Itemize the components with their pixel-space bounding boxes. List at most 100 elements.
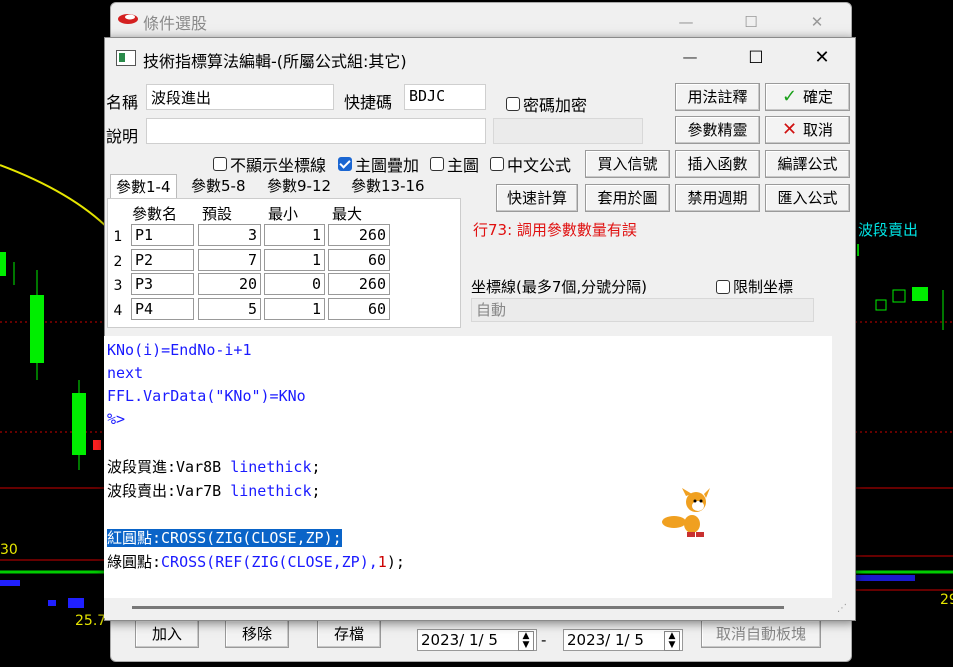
param-max-input[interactable]: 60 xyxy=(328,298,390,320)
param-wizard-button[interactable]: 參數精靈 xyxy=(675,116,760,144)
param-name-input[interactable]: P3 xyxy=(131,273,194,295)
import-formula-button[interactable]: 匯入公式 xyxy=(765,184,850,212)
add-button[interactable]: 加入 xyxy=(135,620,199,648)
code-line: 綠圓點:CROSS(REF(ZIG(CLOSE,ZP),1); xyxy=(107,551,405,573)
usage-notes-button[interactable]: 用法註釋 xyxy=(675,83,760,111)
col-header-max: 最大 xyxy=(332,205,363,223)
param-min-input[interactable]: 0 xyxy=(264,273,325,295)
param-default-input[interactable]: 20 xyxy=(198,273,261,295)
ok-button[interactable]: ✓ 確定 xyxy=(765,83,850,111)
code-line: 波段買進:Var8B linethick; xyxy=(107,456,321,478)
spin-icon[interactable]: ▲ ▼ xyxy=(518,631,534,651)
close-icon[interactable]: ✕ xyxy=(802,47,842,68)
date-from-value: 2023/ 1/ 5 xyxy=(421,631,498,649)
dialog-title: 技術指標算法編輯-(所屬公式組:其它) xyxy=(143,52,407,71)
param-max-input[interactable]: 60 xyxy=(328,249,390,271)
param-name-input[interactable]: P4 xyxy=(131,298,194,320)
cancel-button-label: 取消 xyxy=(803,121,834,139)
tab-params-9-12[interactable]: 參數9-12 xyxy=(262,174,336,198)
col-header-min: 最小 xyxy=(268,205,299,223)
shortcut-label: 快捷碼 xyxy=(344,93,393,112)
chinese-formula-label: 中文公式 xyxy=(507,156,572,175)
param-min-input[interactable]: 1 xyxy=(264,298,325,320)
code-line: 波段賣出:Var7B linethick; xyxy=(107,480,321,502)
param-name-input[interactable]: P2 xyxy=(131,249,194,271)
minimize-icon[interactable]: — xyxy=(666,13,706,31)
chinese-formula-checkbox[interactable]: 中文公式 xyxy=(490,152,571,176)
resize-grip-icon[interactable]: ⋰ xyxy=(837,603,847,614)
maximize-icon[interactable]: ☐ xyxy=(736,48,776,68)
overlay-main-label: 主圖疊加 xyxy=(355,156,420,175)
limit-axis-checkbox[interactable]: 限制坐標 xyxy=(716,276,793,297)
date-separator: - xyxy=(541,631,547,649)
ok-button-label: 確定 xyxy=(803,88,834,106)
hide-axis-checkbox[interactable]: 不顯示坐標線 xyxy=(213,152,326,176)
overlay-main-checkbox[interactable]: 主圖疊加 xyxy=(338,152,419,176)
param-max-input[interactable]: 260 xyxy=(328,273,390,295)
main-chart-checkbox[interactable]: 主圖 xyxy=(430,152,479,176)
tab-params-1-4[interactable]: 參數1-4 xyxy=(110,174,177,199)
code-token: ); xyxy=(386,553,405,571)
code-token: 綠圓點: xyxy=(107,553,162,571)
chart-label-sell: 波段賣出 xyxy=(858,221,919,239)
param-name-input[interactable]: P1 xyxy=(131,224,194,246)
checkbox-box[interactable] xyxy=(213,157,227,171)
date-to-picker[interactable]: 2023/ 1/ 5 ▲ ▼ xyxy=(563,629,683,651)
date-from-picker[interactable]: 2023/ 1/ 5 ▲ ▼ xyxy=(417,629,537,651)
scrollbar-thumb[interactable] xyxy=(132,606,784,609)
password-checkbox-label: 密碼加密 xyxy=(523,96,588,115)
name-input[interactable]: 波段進出 xyxy=(146,84,334,110)
main-chart-label: 主圖 xyxy=(447,156,480,175)
param-min-input[interactable]: 1 xyxy=(264,224,325,246)
checkbox-box-checked[interactable] xyxy=(338,157,352,171)
shortcut-input[interactable]: BDJC xyxy=(404,84,486,110)
error-message: 行73: 調用參數數量有誤 xyxy=(473,221,637,239)
tab-params-5-8[interactable]: 參數5-8 xyxy=(186,174,251,198)
checkbox-box[interactable] xyxy=(490,157,504,171)
hide-axis-label: 不顯示坐標線 xyxy=(230,156,327,175)
code-number: 1 xyxy=(377,553,387,571)
close-icon[interactable]: ✕ xyxy=(797,13,837,31)
param-default-input[interactable]: 3 xyxy=(198,224,261,246)
code-line: next xyxy=(107,364,144,382)
buy-sell-signal-button[interactable]: 買入信號 xyxy=(585,150,670,178)
quick-calc-button[interactable]: 快速計算 xyxy=(496,184,578,212)
insert-function-button[interactable]: 插入函數 xyxy=(675,150,760,178)
checkbox-box[interactable] xyxy=(430,157,444,171)
formula-code-editor[interactable]: KNo(i)=EndNo-i+1 next FFL.VarData("KNo")… xyxy=(104,336,832,598)
remove-button[interactable]: 移除 xyxy=(225,620,289,648)
compile-button[interactable]: 編譯公式 xyxy=(765,150,850,178)
chart-label-257: 25.7 xyxy=(75,613,107,629)
disable-period-button[interactable]: 禁用週期 xyxy=(675,184,760,212)
apply-chart-button[interactable]: 套用於圖 xyxy=(585,184,670,212)
param-min-input[interactable]: 1 xyxy=(264,249,325,271)
axis-lines-input[interactable]: 自動 xyxy=(471,298,814,322)
description-label: 說明 xyxy=(106,127,139,146)
checkbox-box[interactable] xyxy=(506,97,520,111)
col-header-name: 參數名 xyxy=(132,205,178,223)
minimize-icon[interactable]: — xyxy=(670,48,710,66)
tab-params-13-16[interactable]: 參數13-16 xyxy=(346,174,430,198)
code-line: FFL.VarData("KNo")=KNo xyxy=(107,387,306,405)
chart-label-30: 30 xyxy=(0,542,18,558)
cancel-auto-sector-button[interactable]: 取消自動板塊 xyxy=(701,620,821,648)
code-keyword: CROSS(REF(ZIG(CLOSE,ZP), xyxy=(161,553,378,571)
code-line: KNo(i)=EndNo-i+1 xyxy=(107,341,252,359)
code-keyword: linethick xyxy=(230,458,312,476)
code-token: ; xyxy=(311,482,321,500)
spin-icon[interactable]: ▲ ▼ xyxy=(664,631,680,651)
horizontal-scrollbar[interactable] xyxy=(104,598,832,618)
chart-label-29: 29 xyxy=(940,592,953,608)
description-input[interactable] xyxy=(146,118,486,144)
param-max-input[interactable]: 260 xyxy=(328,224,390,246)
save-button[interactable]: 存檔 xyxy=(317,620,381,648)
row-number: 3 xyxy=(113,278,123,294)
cancel-button[interactable]: ✕ 取消 xyxy=(765,116,850,144)
name-label: 名稱 xyxy=(106,93,139,112)
param-default-input[interactable]: 5 xyxy=(198,298,261,320)
password-checkbox[interactable]: 密碼加密 xyxy=(506,92,587,116)
code-keyword: linethick xyxy=(230,482,312,500)
maximize-icon[interactable]: ☐ xyxy=(731,13,771,31)
checkbox-box[interactable] xyxy=(716,279,730,294)
param-default-input[interactable]: 7 xyxy=(198,249,261,271)
